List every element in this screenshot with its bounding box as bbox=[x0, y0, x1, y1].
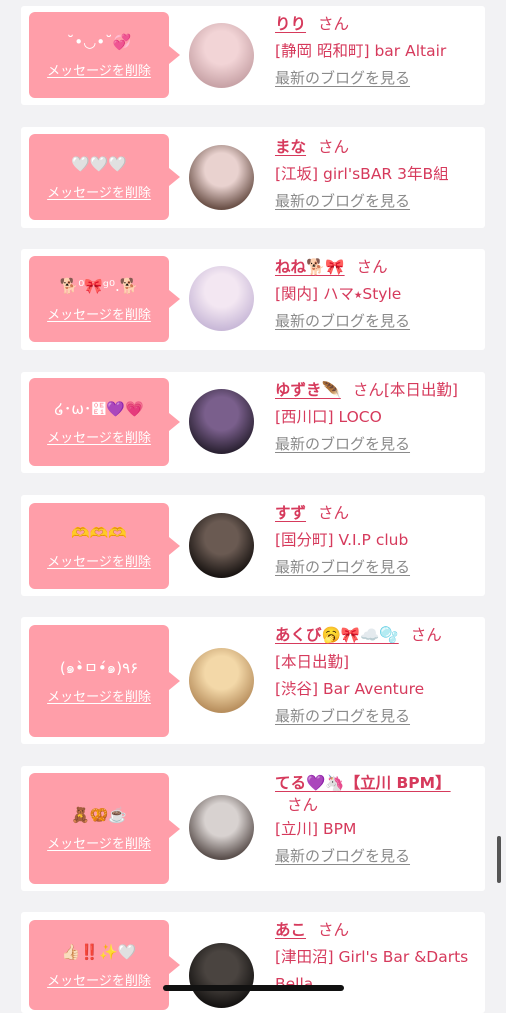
message-card: 🐕⁰🎀ᵍ⁰.🐕 メッセージを削除 ねね🐕🎀 さん [関内] ハマ⭑Style 最新のブログ… bbox=[21, 249, 485, 350]
honorific: さん bbox=[410, 626, 442, 644]
blog-line: 最新のブログを見る bbox=[275, 308, 477, 335]
shop-info: [西川口] LOCO bbox=[275, 408, 382, 426]
message-card: 🧸🥨☕️ メッセージを削除 てる💜🦄【立川 BPM】さん [立川] BPM 最新のブログ… bbox=[21, 766, 485, 891]
message-text: 👍🏻‼️✨🤍 bbox=[61, 942, 137, 961]
delete-message-link[interactable]: メッセージを削除 bbox=[47, 60, 151, 79]
message-card: ˘•◡•˘💞 メッセージを削除 りり さん [静岡 昭和町] bar Altair 最新の… bbox=[21, 6, 485, 105]
blog-line: 最新のブログを見る bbox=[275, 703, 477, 730]
message-bubble: ˘•◡•˘💞 メッセージを削除 bbox=[29, 12, 180, 98]
cast-name-line: あこ さん bbox=[275, 917, 477, 944]
scrollbar-thumb[interactable] bbox=[497, 836, 501, 883]
avatar[interactable] bbox=[189, 513, 254, 578]
message-text: 🐕⁰🎀ᵍ⁰.🐕 bbox=[59, 276, 139, 295]
delete-message-link[interactable]: メッセージを削除 bbox=[47, 551, 151, 570]
cast-info: ゆずき🪶 さん[本日出勤] [西川口] LOCO 最新のブログを見る bbox=[275, 377, 477, 458]
delete-message-link[interactable]: メッセージを削除 bbox=[47, 970, 151, 989]
shop-info: [静岡 昭和町] bar Altair bbox=[275, 42, 447, 60]
cast-info: すず さん [国分町] V.I.P club 最新のブログを見る bbox=[275, 500, 477, 581]
message-card: 🫶🫶🫶 メッセージを削除 すず さん [国分町] V.I.P club 最新のブログを見る bbox=[21, 495, 485, 596]
message-text: ໒･ω･໡💜💗 bbox=[54, 399, 144, 418]
message-bubble: 🫶🫶🫶 メッセージを削除 bbox=[29, 503, 180, 589]
cast-info: まな さん [江坂] girl'sBAR 3年B組 最新のブログを見る bbox=[275, 134, 477, 215]
delete-message-link[interactable]: メッセージを削除 bbox=[47, 427, 151, 446]
shop-info: [関内] ハマ⭑Style bbox=[275, 285, 402, 303]
avatar[interactable] bbox=[189, 648, 254, 713]
honorific: さん bbox=[318, 138, 350, 156]
latest-blog-link[interactable]: 最新のブログを見る bbox=[275, 435, 410, 453]
message-text: 🧸🥨☕️ bbox=[70, 806, 128, 824]
message-text: (๑•̀ㅁ•́๑)٩۶ bbox=[59, 658, 139, 677]
message-bubble: ໒･ω･໡💜💗 メッセージを削除 bbox=[29, 378, 180, 466]
cast-name-link[interactable]: あこ bbox=[275, 921, 306, 939]
blog-line: 最新のブログを見る bbox=[275, 554, 477, 581]
shop-info: [国分町] V.I.P club bbox=[275, 531, 409, 549]
cast-name-line: すず さん bbox=[275, 500, 477, 527]
honorific: さん bbox=[352, 381, 384, 399]
cast-info: あくび🥱🎀☁️🫧 さん [本日出勤] [渋谷] Bar Aventure 最新のブログを… bbox=[275, 622, 477, 730]
message-text: ˘•◡•˘💞 bbox=[66, 32, 132, 51]
cast-name-line: てる💜🦄【立川 BPM】さん bbox=[275, 772, 477, 816]
blog-line: 最新のブログを見る bbox=[275, 843, 477, 870]
message-bubble: 🐕⁰🎀ᵍ⁰.🐕 メッセージを削除 bbox=[29, 256, 180, 342]
honorific: さん bbox=[287, 796, 319, 814]
latest-blog-link[interactable]: 最新のブログを見る bbox=[275, 192, 410, 210]
shop-info: [江坂] girl'sBAR 3年B組 bbox=[275, 165, 449, 183]
home-indicator bbox=[163, 985, 344, 991]
cast-name-link[interactable]: りり bbox=[275, 15, 306, 33]
honorific: さん bbox=[318, 921, 350, 939]
blog-line: 最新のブログを見る bbox=[275, 188, 477, 215]
cast-name-link[interactable]: あくび🥱🎀☁️🫧 bbox=[275, 626, 399, 644]
cast-name-link[interactable]: ねね🐕🎀 bbox=[275, 258, 345, 276]
latest-blog-link[interactable]: 最新のブログを見る bbox=[275, 707, 410, 725]
cast-name-line: ねね🐕🎀 さん bbox=[275, 254, 477, 281]
cast-info: てる💜🦄【立川 BPM】さん [立川] BPM 最新のブログを見る bbox=[275, 772, 477, 870]
cast-info: りり さん [静岡 昭和町] bar Altair 最新のブログを見る bbox=[275, 11, 477, 92]
message-card: ໒･ω･໡💜💗 メッセージを削除 ゆずき🪶 さん[本日出勤] [西川口] LOCO 最新の… bbox=[21, 372, 485, 473]
honorific: さん bbox=[318, 15, 350, 33]
delete-message-link[interactable]: メッセージを削除 bbox=[47, 304, 151, 323]
avatar[interactable] bbox=[189, 23, 254, 88]
cast-name-link[interactable]: てる💜🦄【立川 BPM】 bbox=[275, 774, 451, 792]
message-text: 🤍🤍🤍 bbox=[70, 154, 128, 173]
latest-blog-link[interactable]: 最新のブログを見る bbox=[275, 69, 410, 87]
avatar[interactable] bbox=[189, 389, 254, 454]
cast-name-line: ゆずき🪶 さん[本日出勤] bbox=[275, 377, 477, 404]
avatar[interactable] bbox=[189, 145, 254, 210]
shop-info: [渋谷] Bar Aventure bbox=[275, 680, 425, 698]
message-card: (๑•̀ㅁ•́๑)٩۶ メッセージを削除 あくび🥱🎀☁️🫧 さん [本日出勤] [渋谷] … bbox=[21, 617, 485, 744]
avatar[interactable] bbox=[189, 943, 254, 1008]
honorific: さん bbox=[318, 504, 350, 522]
message-bubble: 🧸🥨☕️ メッセージを削除 bbox=[29, 773, 180, 884]
cast-name-line: りり さん bbox=[275, 11, 477, 38]
cast-name-link[interactable]: ゆずき🪶 bbox=[275, 381, 341, 399]
cast-name-link[interactable]: まな bbox=[275, 138, 306, 156]
latest-blog-link[interactable]: 最新のブログを見る bbox=[275, 847, 410, 865]
shop-info: [立川] BPM bbox=[275, 820, 357, 838]
delete-message-link[interactable]: メッセージを削除 bbox=[47, 182, 151, 201]
cast-info: ねね🐕🎀 さん [関内] ハマ⭑Style 最新のブログを見る bbox=[275, 254, 477, 335]
delete-message-link[interactable]: メッセージを削除 bbox=[47, 833, 151, 852]
message-card: 🤍🤍🤍 メッセージを削除 まな さん [江坂] girl'sBAR 3年B組 最新のブログ… bbox=[21, 127, 485, 228]
message-bubble: 🤍🤍🤍 メッセージを削除 bbox=[29, 134, 180, 220]
attendance-badge: [本日出勤] bbox=[383, 381, 458, 399]
latest-blog-link[interactable]: 最新のブログを見る bbox=[275, 312, 410, 330]
delete-message-link[interactable]: メッセージを削除 bbox=[47, 686, 151, 705]
shop-info: [本日出勤] bbox=[275, 653, 350, 671]
message-text: 🫶🫶🫶 bbox=[70, 523, 128, 542]
blog-line: 最新のブログを見る bbox=[275, 431, 477, 458]
blog-line: 最新のブログを見る bbox=[275, 65, 477, 92]
latest-blog-link[interactable]: 最新のブログを見る bbox=[275, 558, 410, 576]
cast-name-line: まな さん bbox=[275, 134, 477, 161]
cast-name-line: あくび🥱🎀☁️🫧 さん bbox=[275, 622, 477, 649]
message-bubble: (๑•̀ㅁ•́๑)٩۶ メッセージを削除 bbox=[29, 625, 180, 737]
message-bubble: 👍🏻‼️✨🤍 メッセージを削除 bbox=[29, 920, 180, 1010]
avatar[interactable] bbox=[189, 266, 254, 331]
message-card: 👍🏻‼️✨🤍 メッセージを削除 あこ さん [津田沼] Girl's Bar &Dart… bbox=[21, 912, 485, 1013]
avatar[interactable] bbox=[189, 795, 254, 860]
honorific: さん bbox=[356, 258, 388, 276]
cast-name-link[interactable]: すず bbox=[275, 504, 306, 522]
